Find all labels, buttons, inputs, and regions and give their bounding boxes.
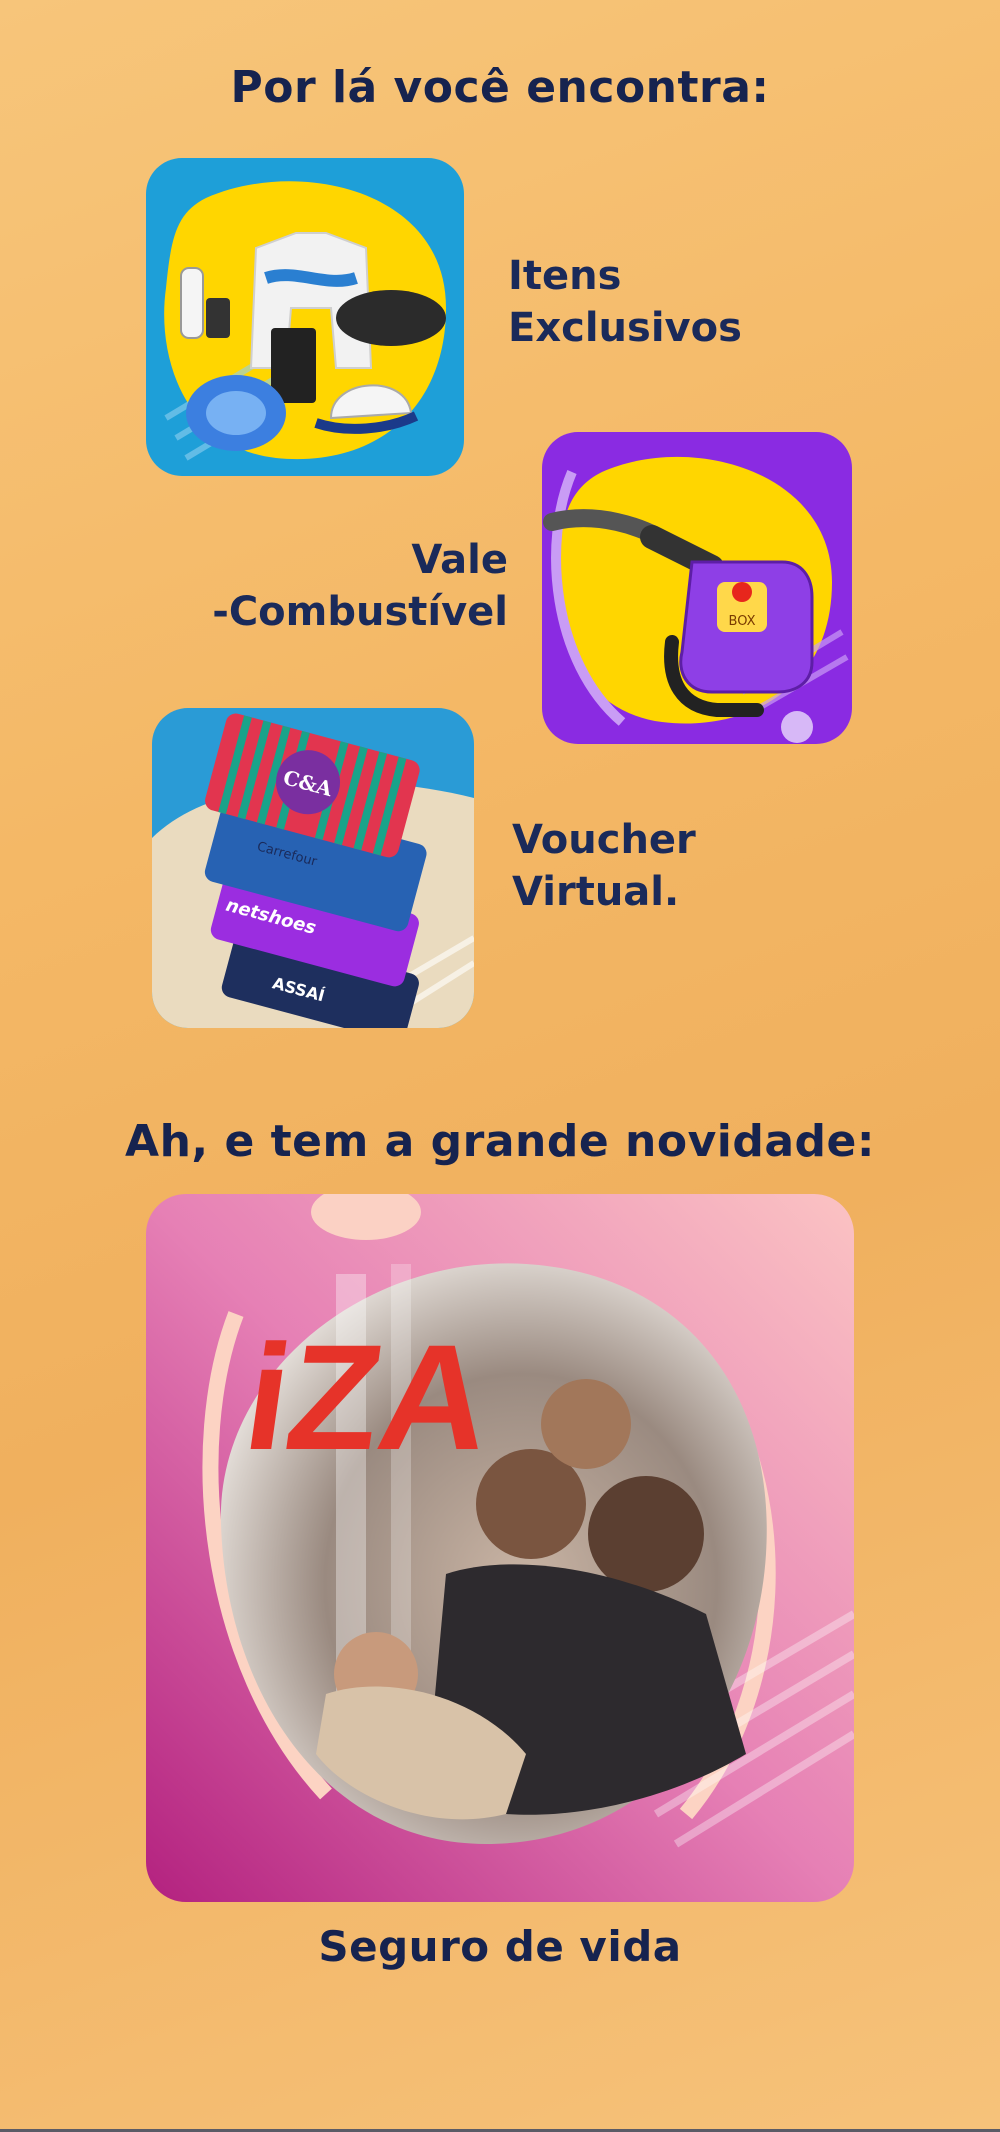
label-line: Exclusivos [508,305,742,351]
fuel-voucher-image: BOX [542,432,852,744]
fuel-voucher-label: Vale -Combustível [212,534,508,638]
label-line: Vale [411,537,508,583]
pump-badge: BOX [729,614,756,629]
news-title: Ah, e tem a grande novidade: [125,1116,875,1167]
label-line: Voucher [512,817,696,863]
label-line: Itens [508,253,622,299]
virtual-voucher-image: ASSAÍ netshoes Carrefour C&A [152,708,474,1028]
exclusive-items-image [146,158,464,476]
life-insurance-caption: Seguro de vida [318,1922,682,1971]
iza-logo: iZA [236,1314,501,1481]
label-line: -Combustível [212,589,508,635]
virtual-voucher-label: Voucher Virtual. [512,814,696,918]
label-line: Virtual. [512,869,680,915]
iza-life-insurance-image: iZA [146,1194,854,1902]
exclusive-items-label: Itens Exclusivos [508,250,742,354]
section-title: Por lá você encontra: [230,62,770,113]
